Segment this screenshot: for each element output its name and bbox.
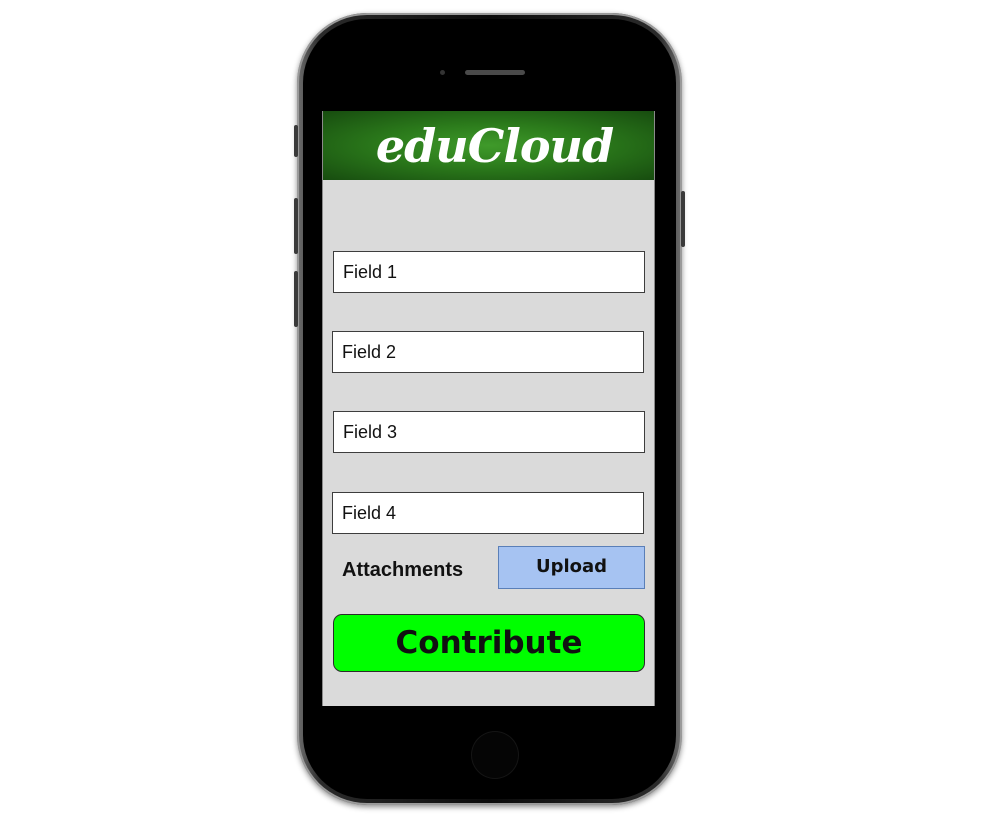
- field-3-input[interactable]: [333, 411, 645, 453]
- attachments-label: Attachments: [342, 559, 464, 581]
- home-button[interactable]: [471, 731, 519, 779]
- earpiece-speaker: [465, 70, 525, 75]
- field-1-input[interactable]: [333, 251, 645, 293]
- app-screen: eduCloud Attachments Upload Contribute: [322, 111, 655, 706]
- volume-down-button: [294, 271, 298, 327]
- front-camera: [440, 70, 445, 75]
- contribute-button[interactable]: Contribute: [333, 614, 645, 672]
- app-title: eduCloud: [375, 118, 614, 173]
- field-2-input[interactable]: [332, 331, 644, 373]
- power-button: [681, 191, 685, 247]
- mute-switch: [294, 125, 298, 157]
- upload-button[interactable]: Upload: [498, 546, 645, 589]
- field-4-input[interactable]: [332, 492, 644, 534]
- app-header: eduCloud: [323, 111, 654, 180]
- volume-up-button: [294, 198, 298, 254]
